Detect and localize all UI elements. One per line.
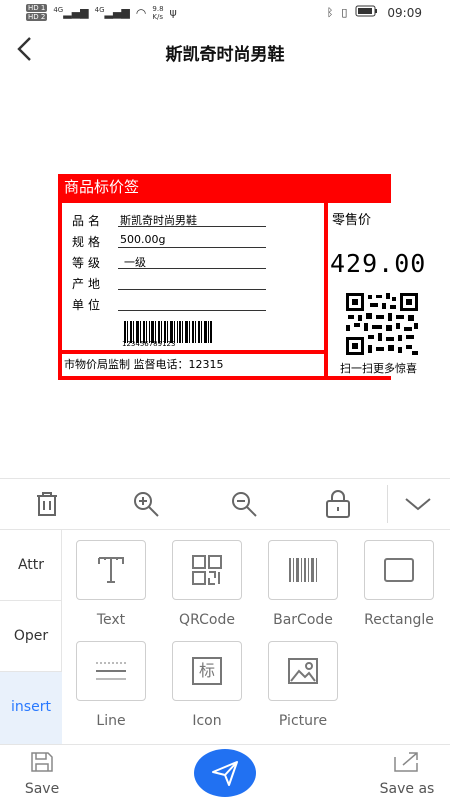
toolbar-divider [387,485,388,523]
supervision-text[interactable]: 市物价局监制 监督电话：12315 [62,354,324,376]
tool-rectangle-label: Rectangle [364,612,434,628]
row-grade-value: 一级 [118,254,266,269]
retail-price-value: 429.00 [330,249,427,278]
nav-bar: 斯凯奇时尚男鞋 [0,26,450,78]
tool-picture-label: Picture [278,713,328,729]
line-tool-icon[interactable] [76,641,146,701]
delete-icon[interactable] [32,489,62,519]
signal2-icon: 4G▂▄▆ [94,6,130,19]
edit-toolbar [0,478,450,530]
hd2-badge: HD 2 [26,13,48,21]
tool-barcode-label: BarCode [273,612,333,628]
row-name-value: 斯凯奇时尚男鞋 [118,212,266,227]
page-title: 斯凯奇时尚男鞋 [165,45,285,65]
print-send-button[interactable] [194,749,256,797]
tool-line-label: Line [96,713,126,729]
send-icon [212,761,238,786]
label-header[interactable]: 商品标价签 [58,174,391,201]
side-tabs: Attr Oper insert [0,530,62,744]
row-spec-key: 规格 [72,235,105,249]
tab-attr[interactable]: Attr [0,530,62,601]
vibrate-icon: ▯ [341,6,348,19]
picture-tool-icon[interactable] [268,641,338,701]
battery-icon [355,5,379,20]
row-unit-value [118,296,266,311]
row-spec-value: 500.00g [118,233,266,248]
usb-icon: ψ [169,6,177,19]
row-origin-key: 产地 [72,277,105,291]
save-label: Save [24,781,60,797]
lock-icon[interactable] [323,489,353,519]
row-unit-key: 单位 [72,298,105,312]
export-icon [394,752,418,772]
row-name-key: 品名 [72,214,105,228]
net-speed: 9.8 K/s [152,4,164,21]
qrcode-tool-icon[interactable] [172,540,242,600]
tool-text-label: Text [96,612,126,628]
barcode-tool-icon[interactable] [268,540,338,600]
tool-qrcode-label: QRCode [179,612,235,628]
tool-icon-label: Icon [192,713,222,729]
icon-tool-icon[interactable]: 标 [172,641,242,701]
zoom-out-icon[interactable] [229,489,259,519]
save-icon [31,752,53,772]
tab-insert[interactable]: insert [0,672,62,744]
hd1-badge: HD 1 [26,4,48,12]
scan-promo-text: 扫一扫更多惊喜 [340,362,417,375]
save-button[interactable]: Save [12,751,72,797]
row-origin-value [118,275,266,290]
label-price-content[interactable]: 零售价 429.00 扫一扫更多惊喜 [328,203,425,376]
label-info-panel[interactable]: 品名 斯凯奇时尚男鞋 规格 500.00g 等级 一级 产地 单位 123456… [62,203,324,350]
text-tool-icon[interactable] [76,540,146,600]
save-as-label: Save as [379,781,435,797]
row-grade-key: 等级 [72,256,105,270]
price-label-canvas[interactable]: 商品标价签 品名 斯凯奇时尚男鞋 规格 500.00g 等级 一级 产地 单位 [58,174,446,380]
qr-code-graphic[interactable] [346,293,418,355]
bluetooth-icon: ᛒ [326,6,334,19]
retail-price-title: 零售价 [332,213,372,228]
zoom-in-icon[interactable] [131,489,161,519]
clock: 09:09 [387,5,422,20]
rectangle-tool-icon[interactable] [364,540,434,600]
status-bar: HD 1 HD 2 4G▂▄▆ 4G▂▄▆ ◠ 9.8 K/s ψ ᛒ ▯ 09:… [0,0,450,26]
bottom-bar: Save Save as [0,744,450,800]
barcode-number: 123456789123 [122,340,176,348]
save-as-button[interactable]: Save as [372,751,442,797]
tab-oper[interactable]: Oper [0,601,62,672]
wifi-icon: ◠ [135,5,147,20]
chevron-down-icon[interactable] [403,489,433,519]
signal1-icon: 4G▂▄▆ [53,6,89,19]
